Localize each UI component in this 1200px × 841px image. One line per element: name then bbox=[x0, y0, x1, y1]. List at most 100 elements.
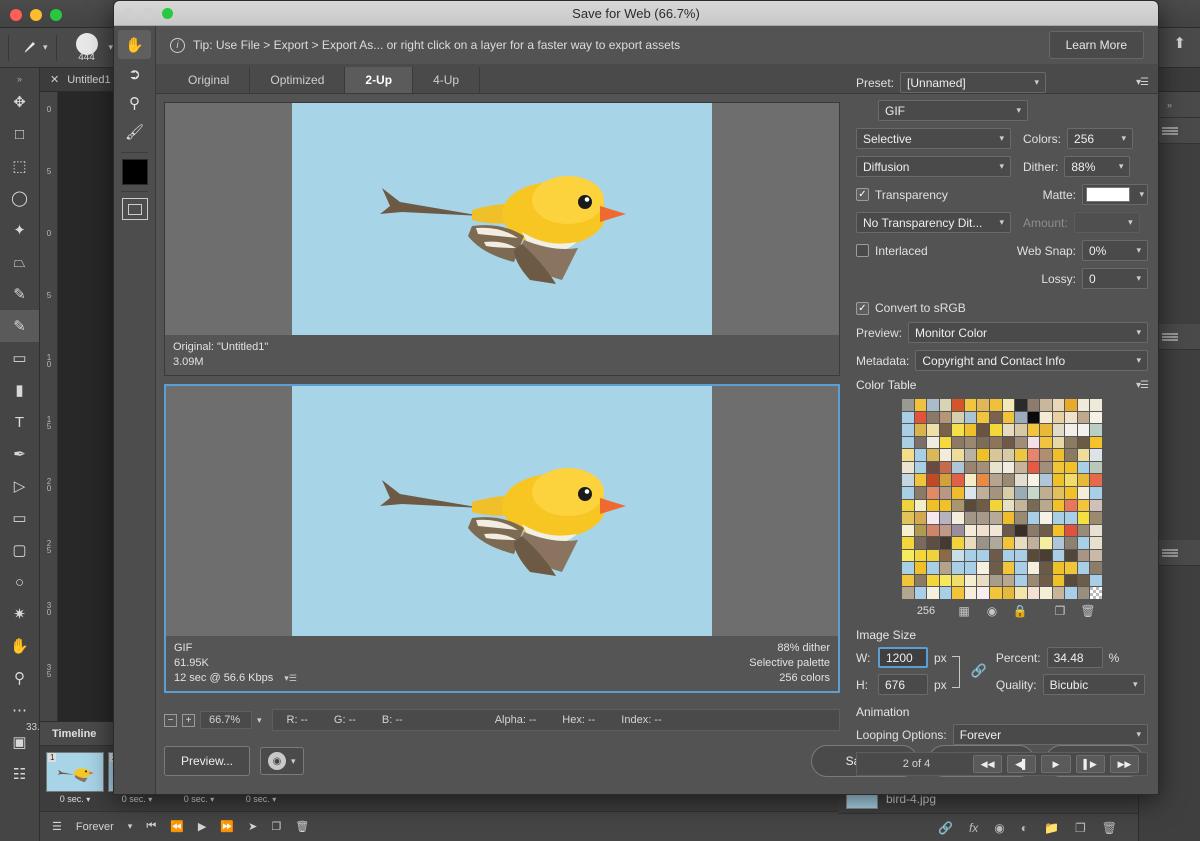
color-swatch[interactable] bbox=[927, 499, 939, 512]
color-swatch[interactable] bbox=[977, 574, 989, 587]
path-selection-tool-icon[interactable]: ▷ bbox=[0, 470, 39, 502]
ellipse-tool-icon[interactable]: ○ bbox=[0, 566, 39, 598]
color-swatch[interactable] bbox=[1077, 537, 1090, 549]
color-swatch[interactable] bbox=[1015, 587, 1027, 599]
first-frame-icon[interactable]: ◀◀ bbox=[972, 755, 1003, 773]
color-swatch[interactable] bbox=[1027, 512, 1040, 524]
color-swatch[interactable] bbox=[914, 574, 927, 587]
color-swatch[interactable] bbox=[1090, 512, 1102, 524]
color-swatch[interactable] bbox=[1040, 486, 1052, 499]
color-swatch[interactable] bbox=[1002, 399, 1015, 411]
color-swatch[interactable] bbox=[1065, 424, 1077, 436]
color-swatch[interactable] bbox=[989, 524, 1002, 537]
color-swatch[interactable] bbox=[1052, 549, 1065, 562]
color-swatch[interactable] bbox=[1040, 399, 1052, 411]
new-layer-icon[interactable]: ❐ bbox=[1075, 821, 1086, 835]
color-swatch[interactable] bbox=[964, 461, 977, 474]
type-tool-icon[interactable]: T bbox=[0, 406, 39, 438]
color-swatch[interactable] bbox=[964, 587, 977, 599]
color-swatch[interactable] bbox=[964, 549, 977, 562]
slice-select-tool-icon[interactable]: ➲ bbox=[114, 59, 155, 88]
color-swatch[interactable] bbox=[902, 549, 914, 562]
zoom-in-button[interactable]: + bbox=[182, 713, 195, 727]
tween-frames-icon[interactable]: ➤ bbox=[248, 820, 257, 833]
color-swatch[interactable] bbox=[1052, 474, 1065, 486]
color-swatch[interactable] bbox=[939, 562, 952, 574]
color-swatch[interactable] bbox=[989, 486, 1002, 499]
preset-select[interactable]: [Unnamed] ▾ bbox=[900, 72, 1047, 93]
color-swatch[interactable] bbox=[914, 486, 927, 499]
color-swatch[interactable] bbox=[1052, 449, 1065, 461]
color-swatch[interactable] bbox=[952, 411, 964, 424]
color-swatch[interactable] bbox=[1052, 411, 1065, 424]
color-swatch[interactable] bbox=[939, 461, 952, 474]
color-swatch[interactable] bbox=[927, 399, 939, 411]
color-swatch[interactable] bbox=[952, 449, 964, 461]
color-swatch[interactable] bbox=[1052, 562, 1065, 574]
color-swatch[interactable] bbox=[1090, 461, 1102, 474]
color-swatch[interactable] bbox=[989, 512, 1002, 524]
color-swatch[interactable] bbox=[1002, 411, 1015, 424]
eraser-tool-icon[interactable]: ▭ bbox=[0, 342, 39, 374]
color-swatch[interactable] bbox=[914, 474, 927, 486]
color-swatch[interactable] bbox=[1040, 574, 1052, 587]
color-swatch[interactable] bbox=[927, 587, 939, 599]
color-swatch[interactable] bbox=[989, 461, 1002, 474]
color-swatch[interactable] bbox=[1040, 562, 1052, 574]
color-swatch[interactable] bbox=[1077, 436, 1090, 449]
colors-select[interactable]: 256 ▾ bbox=[1067, 128, 1134, 149]
color-swatch[interactable] bbox=[989, 574, 1002, 587]
color-swatch[interactable] bbox=[1090, 486, 1102, 499]
color-swatch[interactable] bbox=[1090, 449, 1102, 461]
color-swatch[interactable] bbox=[1090, 537, 1102, 549]
color-swatch[interactable] bbox=[964, 574, 977, 587]
color-swatch[interactable] bbox=[1002, 474, 1015, 486]
color-swatch[interactable] bbox=[964, 537, 977, 549]
previous-frame-icon[interactable]: ◀▌ bbox=[1007, 755, 1037, 773]
metadata-select[interactable]: Copyright and Contact Info ▾ bbox=[915, 350, 1148, 371]
lossy-select[interactable]: 0 ▾ bbox=[1082, 268, 1148, 289]
brush-preset-chevron-icon[interactable]: ▾ bbox=[43, 42, 48, 53]
move-tool-icon[interactable]: ✥ bbox=[0, 86, 39, 118]
color-swatch[interactable] bbox=[1077, 399, 1090, 411]
color-swatch[interactable] bbox=[1015, 436, 1027, 449]
color-swatch[interactable] bbox=[964, 486, 977, 499]
quality-select[interactable]: Bicubic ▾ bbox=[1042, 674, 1145, 695]
color-swatch[interactable] bbox=[927, 574, 939, 587]
color-swatch[interactable] bbox=[1027, 549, 1040, 562]
crop-tool-icon[interactable]: ⏢ bbox=[0, 246, 39, 278]
color-swatch[interactable] bbox=[939, 449, 952, 461]
loop-count-value[interactable]: Forever bbox=[76, 821, 114, 833]
rectangle-tool-icon[interactable]: ▭ bbox=[0, 502, 39, 534]
color-swatch[interactable] bbox=[952, 474, 964, 486]
color-swatch[interactable] bbox=[1077, 524, 1090, 537]
color-swatch[interactable] bbox=[939, 411, 952, 424]
color-swatch[interactable] bbox=[902, 587, 914, 599]
play-animation-icon[interactable]: ▶ bbox=[198, 820, 206, 833]
new-swatch-icon[interactable]: ❐ bbox=[1046, 604, 1074, 618]
delete-layer-icon[interactable]: 🗑 bbox=[1102, 821, 1117, 835]
color-swatch[interactable] bbox=[977, 411, 989, 424]
color-swatch[interactable] bbox=[977, 549, 989, 562]
color-swatch[interactable] bbox=[914, 587, 927, 599]
color-swatch[interactable] bbox=[902, 461, 914, 474]
zoom-chevron-icon[interactable]: ▾ bbox=[257, 715, 262, 726]
color-swatch[interactable] bbox=[1065, 486, 1077, 499]
dither-algorithm-select[interactable]: Diffusion ▾ bbox=[856, 156, 1011, 177]
color-swatch[interactable] bbox=[939, 399, 952, 411]
color-swatch[interactable] bbox=[1077, 486, 1090, 499]
color-swatch[interactable] bbox=[1015, 461, 1027, 474]
color-swatch[interactable] bbox=[1065, 474, 1077, 486]
color-swatch[interactable] bbox=[1040, 449, 1052, 461]
color-swatch[interactable] bbox=[952, 424, 964, 436]
color-swatch[interactable] bbox=[977, 474, 989, 486]
color-swatch[interactable] bbox=[1065, 449, 1077, 461]
color-swatch[interactable] bbox=[1077, 424, 1090, 436]
adjustment-layer-icon[interactable]: ◐ bbox=[1021, 821, 1028, 835]
color-swatch[interactable] bbox=[1090, 399, 1102, 411]
original-image-viewport[interactable] bbox=[165, 103, 839, 335]
color-swatch[interactable] bbox=[1027, 562, 1040, 574]
color-swatch[interactable] bbox=[989, 499, 1002, 512]
color-swatch[interactable] bbox=[1015, 486, 1027, 499]
color-swatch[interactable] bbox=[1002, 574, 1015, 587]
